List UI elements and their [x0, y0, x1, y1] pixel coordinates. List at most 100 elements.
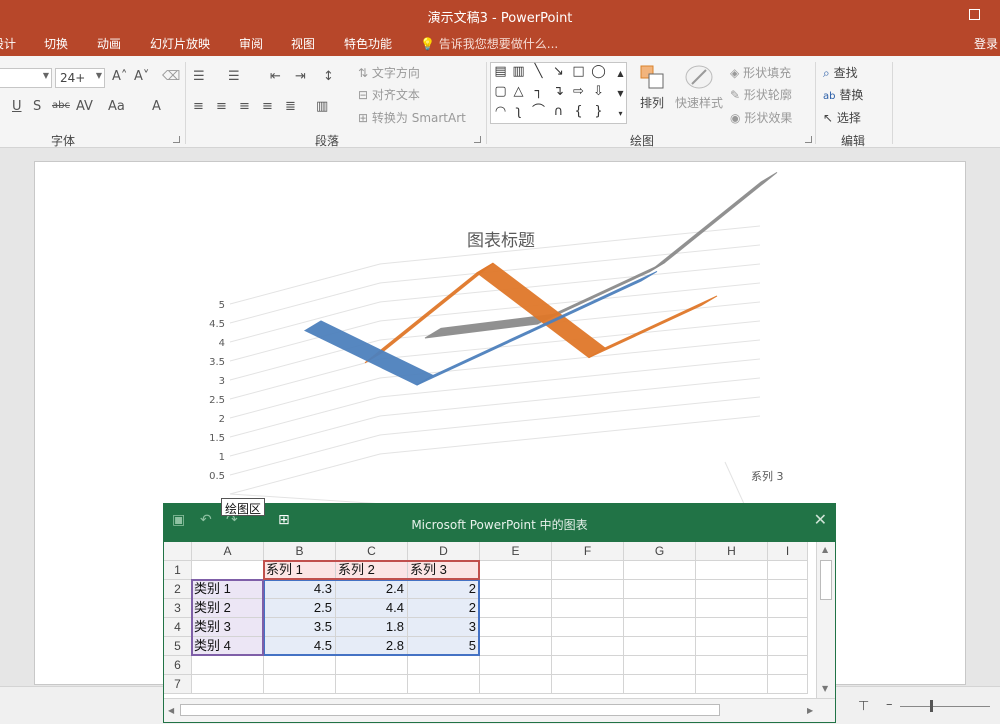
vertical-textbox-icon[interactable]: ▥ — [511, 65, 526, 79]
sheet-cell[interactable] — [624, 618, 696, 637]
shrink-font-icon[interactable]: A˅ — [134, 69, 149, 84]
clear-format-icon[interactable]: ⌫ — [162, 69, 180, 84]
login-link[interactable]: 登录 — [974, 35, 998, 52]
sheet-cell[interactable] — [264, 656, 336, 675]
scrollbar-thumb[interactable] — [180, 704, 720, 716]
gallery-down-icon[interactable]: ▼ — [613, 87, 628, 101]
sheet-cell[interactable] — [552, 675, 624, 694]
curve-icon[interactable]: ∩ — [551, 105, 566, 119]
sheet-cell[interactable] — [336, 675, 408, 694]
column-header[interactable]: C — [336, 542, 408, 561]
distributed-icon[interactable]: ≣ — [285, 99, 296, 114]
sheet-cell[interactable] — [480, 656, 552, 675]
strikethrough-icon[interactable]: abc — [52, 100, 70, 111]
sheet-cell[interactable] — [624, 637, 696, 656]
sheet-cell[interactable] — [696, 580, 768, 599]
sheet-cell[interactable] — [336, 656, 408, 675]
horizontal-scrollbar[interactable]: ◀ ▶ — [164, 698, 835, 722]
spreadsheet-grid[interactable]: A B C D E F G H I 1 系列 1 系列 2 系列 3 2 类别 1 4.3 2.4 2 3 类别 22… — [164, 542, 816, 698]
sheet-cell[interactable] — [768, 675, 808, 694]
sheet-cell[interactable] — [480, 637, 552, 656]
shape-outline-button[interactable]: ✎ 形状轮廓 — [730, 86, 792, 103]
sheet-cell[interactable] — [696, 618, 768, 637]
sheet-cell[interactable] — [552, 637, 624, 656]
freeform-icon[interactable]: ◠ — [493, 105, 508, 119]
oval-shape-icon[interactable]: ◯ — [591, 65, 606, 79]
sheet-cell[interactable] — [768, 580, 808, 599]
row-header[interactable]: 4 — [164, 618, 192, 637]
sheet-cell[interactable] — [624, 675, 696, 694]
sheet-cell[interactable] — [768, 561, 808, 580]
align-center-icon[interactable]: ≡ — [216, 99, 227, 114]
sheet-cell[interactable] — [480, 561, 552, 580]
sheet-cell[interactable] — [768, 599, 808, 618]
rectangle-shape-icon[interactable]: □ — [571, 65, 586, 79]
columns-icon[interactable]: ▥ — [316, 99, 328, 114]
line-shape-icon[interactable]: ╲ — [531, 65, 546, 79]
sheet-cell[interactable] — [480, 675, 552, 694]
scroll-down-icon[interactable]: ▼ — [822, 684, 828, 693]
row-header[interactable]: 7 — [164, 675, 192, 694]
sheet-cell[interactable] — [552, 561, 624, 580]
tab-special-features[interactable]: 特色功能 — [344, 35, 392, 52]
text-direction-button[interactable]: ⇅ 文字方向 — [358, 64, 420, 81]
sheet-cell[interactable] — [408, 675, 480, 694]
row-header[interactable]: 2 — [164, 580, 192, 599]
align-text-button[interactable]: ⊟ 对齐文本 — [358, 86, 420, 103]
sheet-cell[interactable] — [768, 618, 808, 637]
drawing-dialog-launcher[interactable] — [805, 136, 812, 143]
sheet-cell[interactable] — [192, 675, 264, 694]
sheet-cell[interactable] — [768, 637, 808, 656]
shadow-icon[interactable]: S — [33, 99, 41, 114]
sheet-cell[interactable] — [192, 656, 264, 675]
chart-data-window[interactable]: ▣ ↶ ↷ ⊞ Microsoft PowerPoint 中的图表 ✕ ABCD… — [163, 503, 836, 723]
align-right-icon[interactable]: ≡ — [239, 99, 250, 114]
tab-review[interactable]: 审阅 — [239, 35, 263, 52]
paragraph-dialog-launcher[interactable] — [474, 136, 481, 143]
gallery-up-icon[interactable]: ▲ — [613, 67, 628, 81]
select-button[interactable]: ↖ 选择 — [823, 109, 861, 126]
scroll-left-icon[interactable]: ◀ — [168, 706, 174, 715]
decrease-indent-icon[interactable]: ⇤ — [270, 69, 281, 84]
scrollbar-thumb[interactable] — [820, 560, 832, 600]
sheet-cell[interactable] — [480, 599, 552, 618]
tab-slideshow[interactable]: 幻灯片放映 — [150, 35, 210, 52]
elbow-arrow-icon[interactable]: ↴ — [551, 85, 566, 99]
row-header[interactable]: 1 — [164, 561, 192, 580]
zoom-out-icon[interactable]: – — [886, 697, 893, 712]
font-size-field[interactable]: 24+ ▼ — [55, 68, 105, 88]
right-brace-icon[interactable]: } — [591, 105, 606, 119]
left-brace-icon[interactable]: { — [571, 105, 586, 119]
right-arrow-shape-icon[interactable]: ⇨ — [571, 85, 586, 99]
sheet-cell[interactable] — [768, 656, 808, 675]
sheet-cell[interactable] — [696, 675, 768, 694]
column-header[interactable]: I — [768, 542, 808, 561]
tab-view[interactable]: 视图 — [291, 35, 315, 52]
font-dialog-launcher[interactable] — [173, 136, 180, 143]
char-spacing-icon[interactable]: AV — [76, 99, 93, 114]
shape-effects-button[interactable]: ◉ 形状效果 — [730, 109, 792, 126]
column-header[interactable]: H — [696, 542, 768, 561]
shapes-gallery[interactable]: ▤ ▥ ╲ ↘ □ ◯ ▢ △ ┐ ↴ ⇨ ⇩ ◠ ʅ ⌒ ∩ { } ▲ ▼ … — [490, 62, 627, 124]
zoom-slider[interactable] — [900, 706, 990, 707]
sheet-cell[interactable] — [552, 656, 624, 675]
elbow-connector-icon[interactable]: ┐ — [531, 85, 546, 99]
column-header[interactable]: F — [552, 542, 624, 561]
vertical-scrollbar[interactable]: ▲ ▼ — [816, 542, 835, 698]
align-left-icon[interactable]: ≡ — [193, 99, 204, 114]
font-name-field[interactable]: ▼ — [0, 68, 52, 88]
sheet-cell[interactable] — [696, 561, 768, 580]
sheet-cell[interactable] — [624, 580, 696, 599]
column-header[interactable]: D — [408, 542, 480, 561]
bullets-icon[interactable]: ☰ — [193, 69, 205, 84]
sheet-cell[interactable] — [624, 656, 696, 675]
zoom-slider-handle[interactable] — [930, 700, 933, 712]
increase-indent-icon[interactable]: ⇥ — [295, 69, 306, 84]
sheet-cell[interactable] — [480, 618, 552, 637]
shape-fill-button[interactable]: ◈ 形状填充 — [730, 64, 791, 81]
sheet-cell[interactable] — [552, 580, 624, 599]
sheet-cell[interactable] — [696, 637, 768, 656]
column-header[interactable]: G — [624, 542, 696, 561]
sheet-cell[interactable] — [552, 618, 624, 637]
row-header[interactable]: 6 — [164, 656, 192, 675]
